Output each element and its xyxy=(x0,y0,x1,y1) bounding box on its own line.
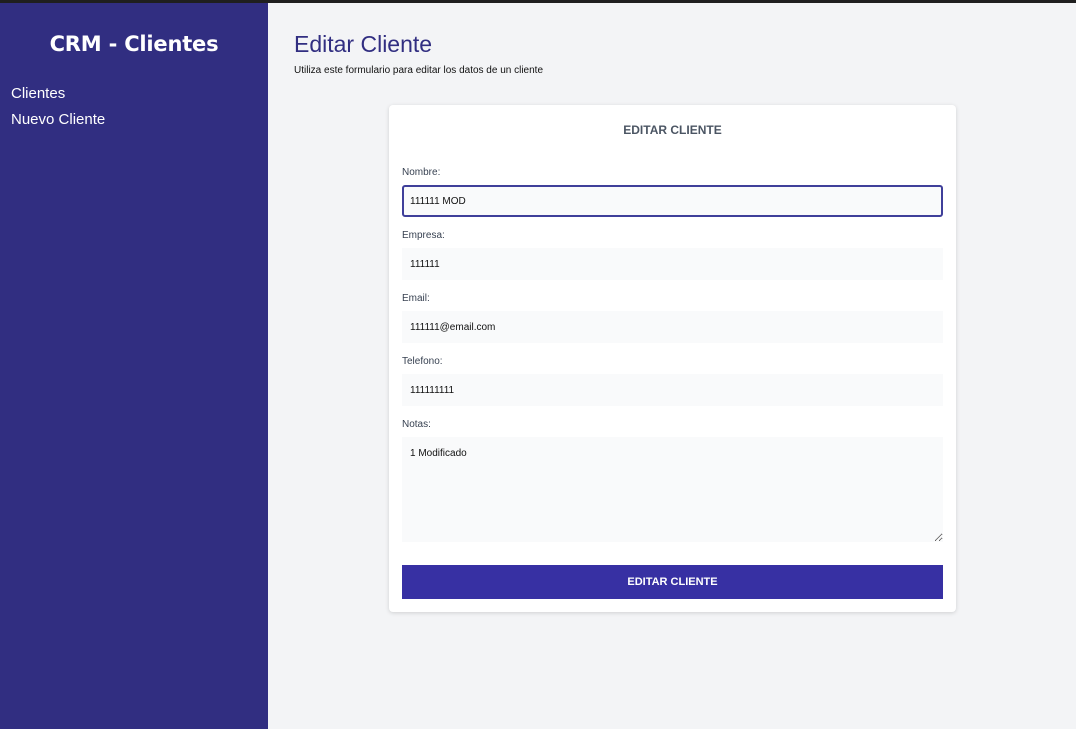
page-title: Editar Cliente xyxy=(294,31,433,57)
nombre-label: Nombre: xyxy=(402,167,441,178)
sidebar-item-nuevo-cliente[interactable]: Nuevo Cliente xyxy=(11,107,268,133)
telefono-label: Telefono: xyxy=(402,356,443,367)
edit-client-form: EDITAR CLIENTE Nombre: Empresa: Email: T… xyxy=(389,105,956,612)
edit-client-submit-button[interactable]: EDITAR CLIENTE xyxy=(402,565,943,599)
empresa-label: Empresa: xyxy=(402,230,445,241)
form-heading: EDITAR CLIENTE xyxy=(623,123,722,137)
telefono-input[interactable] xyxy=(402,374,943,406)
notas-textarea[interactable]: 1 Modificado xyxy=(402,437,943,542)
empresa-input[interactable] xyxy=(402,248,943,280)
app-brand: CRM - Clientes xyxy=(49,32,219,56)
page-subtitle: Utiliza este formulario para editar los … xyxy=(294,65,544,76)
main-content: Editar Cliente Utiliza este formulario p… xyxy=(268,3,1076,729)
sidebar-nav: Clientes Nuevo Cliente xyxy=(0,81,268,133)
sidebar-item-clientes[interactable]: Clientes xyxy=(11,81,268,107)
nombre-input[interactable] xyxy=(402,185,943,217)
email-label: Email: xyxy=(402,293,430,304)
sidebar: CRM - Clientes Clientes Nuevo Cliente xyxy=(0,3,268,729)
email-input[interactable] xyxy=(402,311,943,343)
notas-label: Notas: xyxy=(402,419,431,430)
